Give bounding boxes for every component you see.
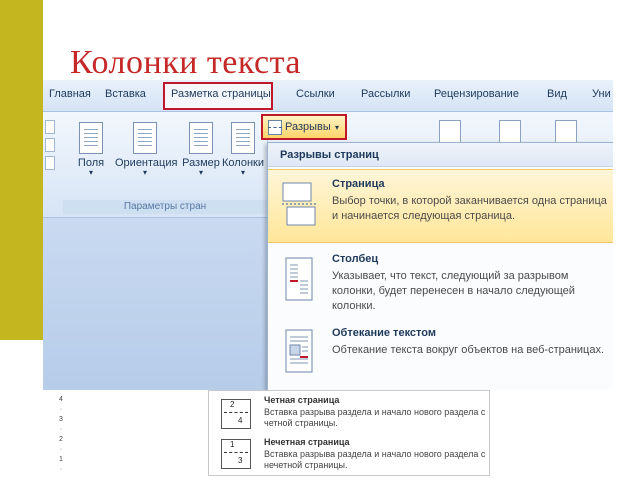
icon-page-number: 3 — [238, 456, 243, 465]
menu-item-text-wrapping[interactable]: Обтекание текстом Обтекание текста вокру… — [268, 325, 613, 387]
ruler-mark: · — [59, 466, 63, 473]
chevron-down-icon: ▾ — [142, 168, 147, 177]
menu-item-desc: Обтекание текста вокруг объектов на веб-… — [332, 344, 605, 356]
menu-item-desc: Указывает, что текст, следующий за разры… — [332, 270, 575, 312]
odd-page-icon: 1 3 — [221, 439, 251, 469]
theme-colors-icon[interactable] — [45, 120, 55, 134]
breaks-icon — [268, 120, 282, 135]
inset-item-desc: Вставка разрыва раздела и начало нового … — [264, 449, 486, 470]
orientation-icon — [133, 122, 157, 154]
theme-fonts-icon[interactable] — [45, 138, 55, 152]
ruler-mark: 1 — [59, 456, 63, 463]
theme-effects-icon[interactable] — [45, 156, 55, 170]
size-icon — [189, 122, 213, 154]
page-break-icon — [282, 182, 316, 226]
menu-item-title: Обтекание текстом — [332, 327, 436, 339]
ruler-mark: 3 — [59, 416, 63, 423]
ruler-mark: · — [59, 406, 63, 413]
icon-page-number: 1 — [230, 440, 235, 449]
menu-item-title: Страница — [332, 178, 385, 190]
tab-view[interactable]: Вид — [547, 88, 567, 100]
chevron-down-icon: ▾ — [198, 168, 203, 177]
chevron-down-icon: ▾ — [88, 168, 93, 177]
menu-item-title: Столбец — [332, 253, 379, 265]
columns-button[interactable]: Колонки ▾ — [219, 118, 267, 196]
slide-title: Колонки текста — [70, 44, 301, 81]
ruler-mark: 2 — [59, 436, 63, 443]
tab-insert[interactable]: Вставка — [105, 88, 146, 100]
page-setup-group: Поля ▾ Ориентация ▾ Размер ▾ Колонки ▾ П… — [63, 116, 268, 216]
chevron-down-icon: ▾ — [335, 123, 340, 132]
menu-section-header: Разрывы страниц — [268, 143, 613, 167]
icon-page-number: 4 — [238, 416, 243, 425]
word-screenshot: Главная Вставка Разметка страницы Ссылки… — [43, 80, 613, 390]
tab-references[interactable]: Ссылки — [296, 88, 335, 100]
menu-item-page-break[interactable]: Страница Выбор точки, в которой заканчив… — [268, 169, 613, 243]
menu-item-column-break[interactable]: Столбец Указывает, что текст, следующий … — [268, 247, 613, 323]
icon-page-number: 2 — [230, 400, 235, 409]
inset-item-desc: Вставка разрыва раздела и начало нового … — [264, 407, 486, 428]
even-page-icon: 2 4 — [221, 399, 251, 429]
ribbon-tabs: Главная Вставка Разметка страницы Ссылки… — [43, 80, 613, 112]
breaks-label: Разрывы — [285, 121, 331, 133]
page-setup-group-label: Параметры стран — [63, 200, 267, 214]
margins-icon — [79, 122, 103, 154]
columns-icon — [231, 122, 255, 154]
breaks-dropdown-menu: Разрывы страниц Страница Выбор точки, в … — [267, 142, 613, 390]
ruler-mark: · — [59, 426, 63, 433]
orientation-button[interactable]: Ориентация ▾ — [115, 118, 177, 196]
chevron-down-icon: ▾ — [240, 168, 245, 177]
themes-strip — [43, 116, 57, 212]
section-breaks-inset: 2 4 Четная страница Вставка разрыва разд… — [208, 390, 490, 476]
tab-review[interactable]: Рецензирование — [434, 88, 519, 100]
inset-item-title: Нечетная страница — [264, 437, 350, 447]
vertical-ruler: 4 · 3 · 2 · 1 · — [57, 395, 65, 477]
column-break-icon — [285, 257, 313, 301]
tab-home[interactable]: Главная — [49, 88, 91, 100]
tab-mailings[interactable]: Рассылки — [361, 88, 410, 100]
ruler-mark: 4 — [59, 396, 63, 403]
inset-item-title: Четная страница — [264, 395, 340, 405]
menu-item-desc: Выбор точки, в которой заканчивается одн… — [332, 195, 607, 222]
tab-addins[interactable]: Уни — [592, 88, 611, 100]
ruler-mark: · — [59, 446, 63, 453]
breaks-button[interactable]: Разрывы ▾ — [261, 114, 347, 140]
tab-page-layout[interactable]: Разметка страницы — [171, 88, 271, 100]
size-button[interactable]: Размер ▾ — [177, 118, 225, 196]
menu-header-label: Разрывы страниц — [280, 149, 379, 161]
slide-left-bar — [0, 0, 43, 340]
margins-button[interactable]: Поля ▾ — [67, 118, 115, 196]
text-wrapping-icon — [285, 329, 313, 373]
